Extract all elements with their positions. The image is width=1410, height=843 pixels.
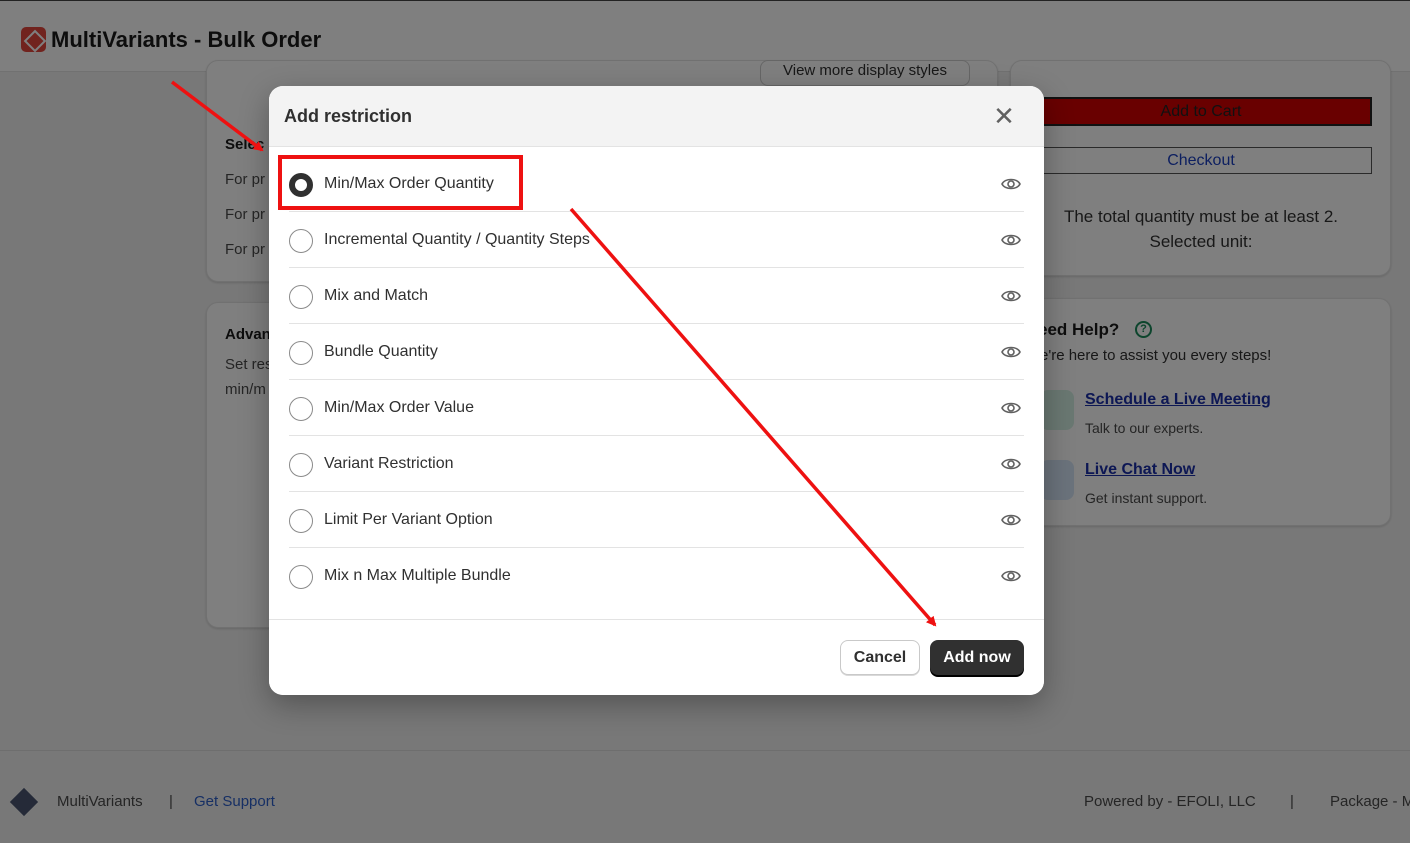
restriction-option[interactable]: Bundle Quantity bbox=[289, 324, 1024, 380]
eye-icon[interactable] bbox=[1001, 344, 1021, 360]
eye-icon[interactable] bbox=[1001, 512, 1021, 528]
close-icon[interactable]: ✕ bbox=[991, 104, 1017, 130]
cancel-button[interactable]: Cancel bbox=[840, 640, 920, 675]
restriction-option[interactable]: Mix n Max Multiple Bundle bbox=[289, 548, 1024, 604]
restriction-option[interactable]: Limit Per Variant Option bbox=[289, 492, 1024, 548]
eye-icon[interactable] bbox=[1001, 232, 1021, 248]
restriction-option-list: Min/Max Order Quantity Incremental Quanti… bbox=[289, 156, 1024, 604]
radio-button[interactable] bbox=[289, 565, 313, 589]
radio-button[interactable] bbox=[289, 229, 313, 253]
highlight-box bbox=[278, 155, 523, 210]
radio-button[interactable] bbox=[289, 509, 313, 533]
eye-icon[interactable] bbox=[1001, 176, 1021, 192]
restriction-option-label: Incremental Quantity / Quantity Steps bbox=[324, 231, 590, 248]
modal-footer: Cancel Add now bbox=[269, 619, 1044, 695]
eye-icon[interactable] bbox=[1001, 400, 1021, 416]
restriction-option[interactable]: Min/Max Order Value bbox=[289, 380, 1024, 436]
eye-icon[interactable] bbox=[1001, 568, 1021, 584]
restriction-option-label: Limit Per Variant Option bbox=[324, 511, 493, 528]
radio-button[interactable] bbox=[289, 453, 313, 477]
restriction-option[interactable]: Incremental Quantity / Quantity Steps bbox=[289, 212, 1024, 268]
radio-button[interactable] bbox=[289, 285, 313, 309]
eye-icon[interactable] bbox=[1001, 456, 1021, 472]
restriction-option-label: Min/Max Order Value bbox=[324, 399, 474, 416]
modal-title: Add restriction bbox=[284, 106, 413, 126]
modal-header: Add restriction ✕ bbox=[269, 86, 1044, 147]
restriction-option[interactable]: Variant Restriction bbox=[289, 436, 1024, 492]
radio-button[interactable] bbox=[289, 341, 313, 365]
add-now-button[interactable]: Add now bbox=[930, 640, 1024, 675]
restriction-option-label: Mix n Max Multiple Bundle bbox=[324, 567, 511, 584]
restriction-option-label: Mix and Match bbox=[324, 287, 429, 304]
radio-button[interactable] bbox=[289, 397, 313, 421]
restriction-option-label: Variant Restriction bbox=[324, 455, 454, 472]
restriction-option-label: Bundle Quantity bbox=[324, 343, 438, 360]
eye-icon[interactable] bbox=[1001, 288, 1021, 304]
restriction-option[interactable]: Mix and Match bbox=[289, 268, 1024, 324]
